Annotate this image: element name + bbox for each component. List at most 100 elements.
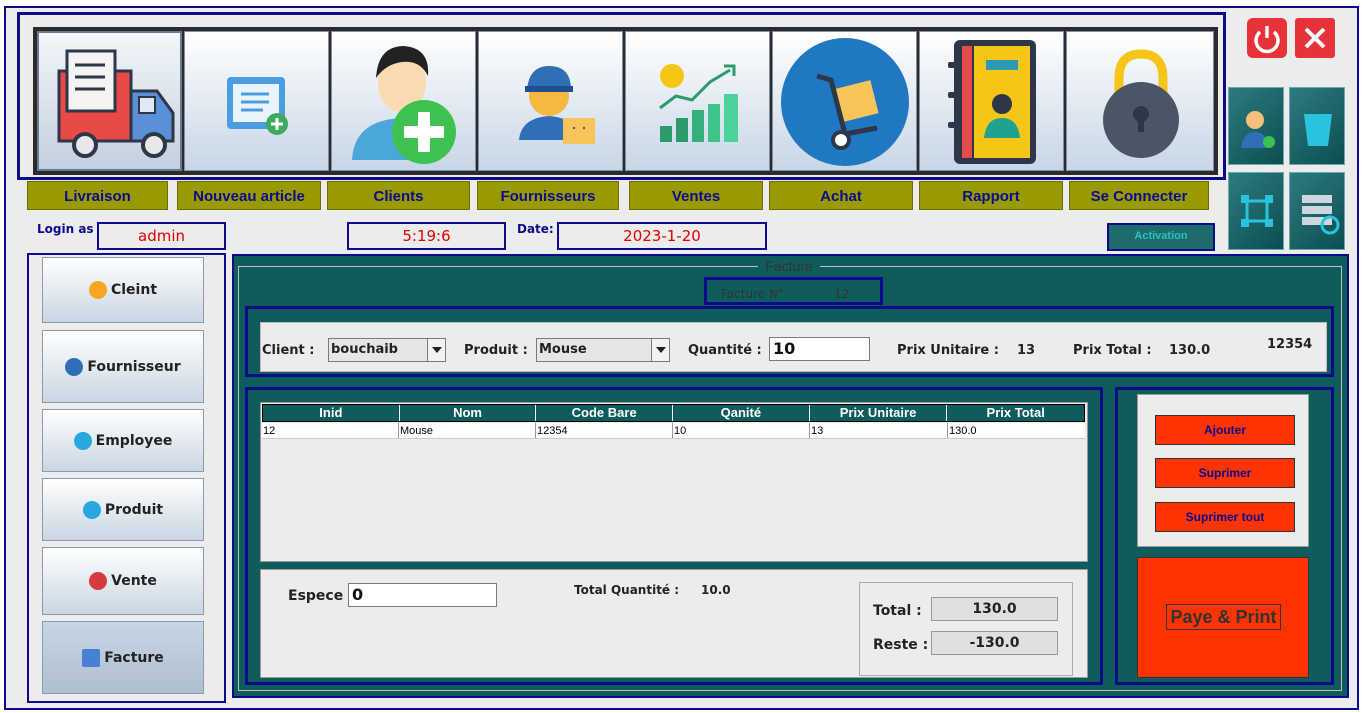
- supplier-icon: [519, 66, 595, 144]
- table-header: Inid Nom Code Bare Qanité Prix Unitaire …: [262, 404, 1085, 422]
- label-rapport[interactable]: Rapport: [919, 181, 1063, 210]
- nouveau-article-button[interactable]: [184, 31, 329, 171]
- se-connecter-button[interactable]: [1066, 31, 1214, 171]
- sidebar-item-label: Produit: [104, 501, 164, 518]
- cell-inid: 12: [262, 423, 399, 438]
- prix-total-value: 130.0: [1169, 343, 1211, 358]
- login-label: Login as :: [37, 222, 103, 236]
- add-client-icon: [352, 46, 456, 164]
- product-icon: [82, 500, 101, 519]
- fournisseurs-button[interactable]: [478, 31, 623, 171]
- sidebar-item-label: Cleint: [110, 282, 158, 298]
- achat-button[interactable]: [772, 31, 917, 171]
- user-check-button[interactable]: [1228, 87, 1284, 165]
- col-prix-total[interactable]: Prix Total: [947, 405, 1084, 421]
- reste-label: Reste :: [873, 637, 929, 653]
- login-value: admin: [97, 222, 226, 250]
- reste-value: -130.0: [931, 631, 1058, 655]
- cell-qanite: 10: [673, 423, 810, 438]
- sales-chart-icon: [659, 64, 738, 142]
- prix-total-label: Prix Total :: [1073, 343, 1152, 358]
- label-nouveau-article[interactable]: Nouveau article: [177, 181, 321, 210]
- table-row[interactable]: 12 Mouse 12354 10 13 130.0: [262, 423, 1085, 439]
- client-label: Client :: [262, 343, 315, 358]
- cell-nom: Mouse: [399, 423, 536, 438]
- cell-prix-unitaire: 13: [810, 423, 948, 438]
- espece-label: Espece: [288, 588, 344, 604]
- network-icon: [1241, 195, 1273, 227]
- ajouter-button[interactable]: Ajouter: [1155, 415, 1295, 445]
- supplier-icon: [65, 357, 84, 376]
- suprimer-button[interactable]: Suprimer: [1155, 458, 1295, 488]
- cell-prix-total: 130.0: [949, 425, 977, 437]
- ventes-button[interactable]: [625, 31, 770, 171]
- chevron-down-icon[interactable]: [427, 339, 445, 361]
- code-value: 12354: [1267, 337, 1313, 352]
- database-restore-button[interactable]: [1289, 172, 1345, 250]
- total-label: Total :: [873, 603, 922, 619]
- client-icon: [88, 281, 107, 299]
- suprimer-tout-button[interactable]: Suprimer tout: [1155, 502, 1295, 532]
- client-select-value: bouchaib: [331, 342, 398, 357]
- quantite-input[interactable]: 10: [769, 337, 870, 361]
- trash-icon: [1304, 114, 1332, 146]
- facture-title: Facture: [758, 258, 820, 274]
- facture-number-box: Facture N° : 12: [704, 277, 883, 305]
- basket-icon: [89, 572, 108, 590]
- trash-button[interactable]: [1289, 87, 1345, 165]
- sidebar-item-produit[interactable]: Produit: [42, 478, 204, 541]
- prix-unitaire-value: 13: [1017, 343, 1036, 358]
- delivery-truck-icon: [57, 49, 175, 158]
- sidebar-item-fournisseur[interactable]: Fournisseur: [42, 330, 204, 403]
- clients-button[interactable]: [331, 31, 476, 171]
- sidebar-item-employee[interactable]: Employee: [42, 409, 204, 472]
- label-ventes[interactable]: Ventes: [629, 181, 763, 210]
- quantite-label: Quantité :: [688, 343, 762, 358]
- sidebar-item-facture[interactable]: Facture: [42, 621, 204, 694]
- sidebar-item-cleint[interactable]: Cleint: [42, 257, 204, 323]
- sidebar-item-label: Facture: [104, 649, 164, 666]
- total-quantite-label: Total Quantité :: [574, 583, 680, 597]
- col-qanite[interactable]: Qanité: [673, 405, 810, 421]
- network-button[interactable]: [1228, 172, 1284, 250]
- col-inid[interactable]: Inid: [263, 405, 400, 421]
- produit-label: Produit :: [464, 343, 528, 358]
- total-value: 130.0: [931, 597, 1058, 621]
- purchase-cart-icon: [781, 38, 909, 166]
- power-button[interactable]: [1246, 17, 1288, 59]
- database-restore-icon: [1302, 195, 1340, 235]
- col-nom[interactable]: Nom: [400, 405, 537, 421]
- livraison-button[interactable]: [37, 31, 182, 171]
- report-notebook-icon: [948, 40, 1036, 164]
- user-check-icon: [1241, 111, 1275, 148]
- sidebar-item-vente[interactable]: Vente: [42, 547, 204, 615]
- label-achat[interactable]: Achat: [769, 181, 913, 210]
- power-icon: [1247, 18, 1287, 58]
- activation-button[interactable]: Activation: [1107, 223, 1215, 251]
- cell-code-bare: 12354: [536, 423, 673, 438]
- col-prix-unitaire[interactable]: Prix Unitaire: [810, 405, 948, 421]
- sidebar-item-label: Vente: [111, 573, 157, 589]
- produit-select[interactable]: Mouse: [536, 338, 670, 362]
- new-article-icon: [227, 77, 288, 135]
- rapport-button[interactable]: [919, 31, 1064, 171]
- label-clients[interactable]: Clients: [327, 181, 470, 210]
- chevron-down-icon[interactable]: [651, 339, 669, 361]
- facture-number-label: Facture N° :: [721, 287, 792, 301]
- produit-select-value: Mouse: [539, 342, 587, 357]
- col-code-bare[interactable]: Code Bare: [536, 405, 674, 421]
- prix-unitaire-label: Prix Unitaire :: [897, 343, 999, 358]
- label-fournisseurs[interactable]: Fournisseurs: [477, 181, 619, 210]
- facture-number-value: 12: [834, 287, 850, 301]
- label-livraison[interactable]: Livraison: [27, 181, 168, 210]
- label-se-connecter[interactable]: Se Connecter: [1069, 181, 1209, 210]
- padlock-icon: [1103, 49, 1179, 158]
- close-icon: [1295, 18, 1335, 58]
- time-value: 5:19:6: [347, 222, 506, 250]
- close-button[interactable]: [1294, 17, 1336, 59]
- paye-print-label: Paye & Print: [1166, 604, 1281, 630]
- sidebar-item-label: Employee: [95, 432, 173, 449]
- espece-input[interactable]: 0: [348, 583, 497, 607]
- sidebar-item-label: Fournisseur: [87, 358, 181, 375]
- client-select[interactable]: bouchaib: [328, 338, 446, 362]
